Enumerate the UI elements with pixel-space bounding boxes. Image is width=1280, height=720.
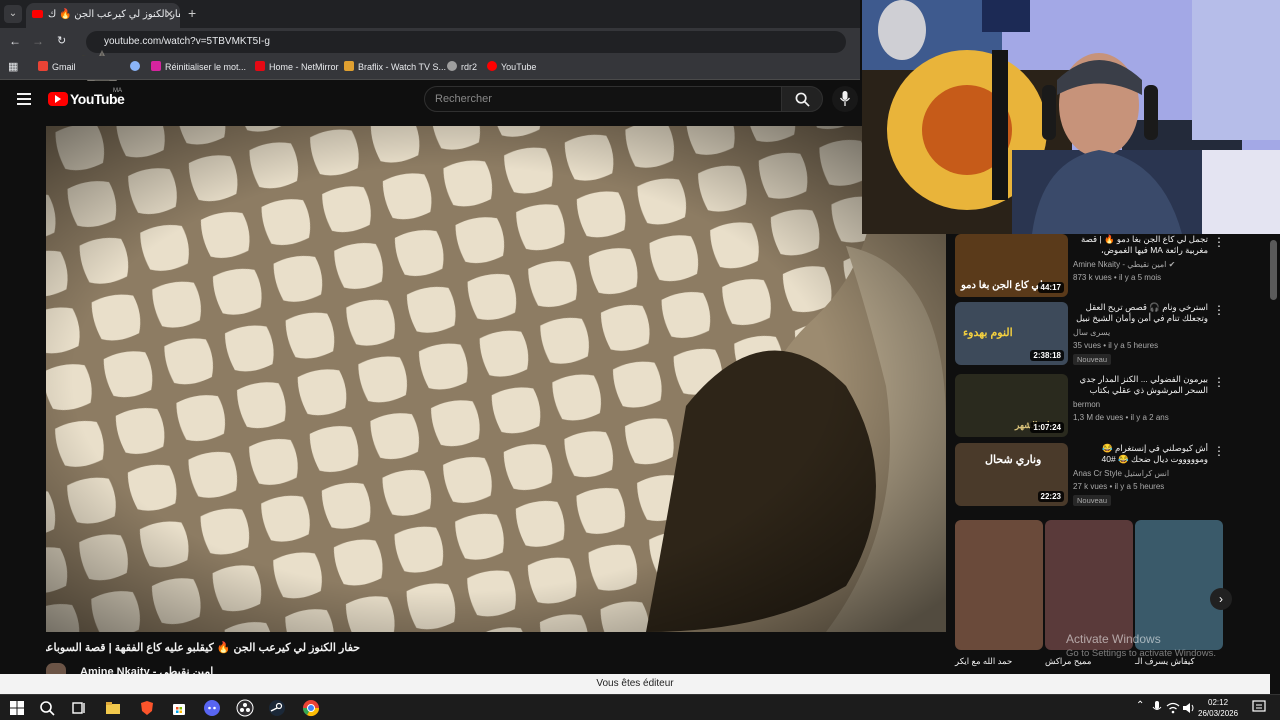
recommended-meta: 27 k vues • il y a 5 heures <box>1073 482 1165 491</box>
rdr2-icon <box>447 61 457 71</box>
volume-icon[interactable] <box>1182 701 1196 715</box>
reload-icon[interactable]: ↻ <box>57 34 66 47</box>
bookmark-instagram[interactable]: Réinitialiser le mot... <box>151 61 246 72</box>
recommended-video[interactable]: لي كاع الجن بغا دمو 44:17 تجمل لي كاع ال… <box>955 234 1225 298</box>
video-player[interactable] <box>46 126 946 632</box>
webcam-feed <box>862 0 1280 234</box>
duration-badge: 1:07:24 <box>1030 422 1064 433</box>
tray-chevron-icon[interactable]: ⌃ <box>1136 700 1144 711</box>
duration-badge: 44:17 <box>1037 282 1064 293</box>
video-frame <box>46 126 946 632</box>
recommended-video[interactable]: ابو الشهر 1:07:24 بيرمون الفضولي ... الك… <box>955 374 1225 438</box>
discord-icon[interactable] <box>203 699 221 717</box>
windows-start-icon[interactable] <box>8 699 26 717</box>
more-options-icon[interactable]: ⋮ <box>1213 304 1225 318</box>
bookmark-braflix[interactable]: Braflix - Watch TV S... <box>344 61 446 72</box>
voice-search-button[interactable] <box>832 86 858 112</box>
gmail-icon <box>38 61 48 71</box>
steam-icon[interactable] <box>268 699 286 717</box>
menu-icon[interactable] <box>17 93 31 105</box>
mic-icon <box>840 91 850 106</box>
store-icon[interactable] <box>170 699 188 717</box>
clock-date: 26/03/2026 <box>1198 709 1239 718</box>
forward-icon[interactable]: → <box>32 34 44 48</box>
region-code: MA <box>113 88 122 94</box>
recommended-meta: 35 vues • il y a 5 heures <box>1073 341 1159 350</box>
notifications-icon[interactable] <box>1252 700 1266 714</box>
chrome-icon[interactable] <box>302 699 320 717</box>
more-options-icon[interactable]: ⋮ <box>1213 445 1225 459</box>
duration-badge: 2:38:18 <box>1030 350 1064 361</box>
tab-close-icon[interactable]: ✕ <box>165 8 174 21</box>
short-title[interactable]: حمد الله مع ايكر <box>955 656 1012 667</box>
browser-tab-strip: ⌄ حفار الكنوز لي كيرعب الجن 🔥 ك... ✕ + <box>0 0 860 28</box>
brave-icon[interactable] <box>138 699 156 717</box>
recommended-video[interactable]: النوم بهدوء 2:38:18 استرخي ونام 🎧 قصص تر… <box>955 302 1225 366</box>
task-view-icon[interactable] <box>70 699 88 717</box>
recommended-video[interactable]: وناري شحال 22:23 أش كيوصلني في إنستغرام … <box>955 443 1225 507</box>
video-thumbnail[interactable]: لي كاع الجن بغا دمو 44:17 <box>955 234 1068 297</box>
webcam-overlay <box>862 0 1280 234</box>
more-options-icon[interactable]: ⋮ <box>1213 236 1225 250</box>
wifi-icon[interactable] <box>1166 701 1180 715</box>
url-field[interactable]: youtube.com/watch?v=5TBVMKT5I-g <box>86 31 846 53</box>
globe-icon <box>130 61 140 71</box>
short-thumbnail[interactable] <box>1135 520 1223 650</box>
recommended-title[interactable]: استرخي ونام 🎧 قصص تريح العقل وتجعلك تنام… <box>1073 302 1208 324</box>
new-tab-button[interactable]: + <box>188 5 196 21</box>
browser-tab[interactable]: حفار الكنوز لي كيرعب الجن 🔥 ك... ✕ <box>26 3 180 28</box>
recommended-channel[interactable]: Anas Cr Style انس كراستيل <box>1073 469 1169 478</box>
youtube-favicon-icon <box>32 10 43 18</box>
tab-list-button[interactable]: ⌄ <box>4 5 22 23</box>
search-icon <box>795 92 810 107</box>
address-bar-row: ← → ↻ youtube.com/watch?v=5TBVMKT5I-g <box>0 28 860 108</box>
bookmarks-bar: ▦ Gmail Réinitialiser le mot... Home - N… <box>0 56 860 80</box>
more-options-icon[interactable]: ⋮ <box>1213 376 1225 390</box>
activate-windows-title: Activate Windows <box>1066 632 1161 646</box>
clock-time: 02:12 <box>1208 698 1229 707</box>
short-thumbnail[interactable] <box>955 520 1043 650</box>
video-thumbnail[interactable]: النوم بهدوء 2:38:18 <box>955 302 1068 365</box>
back-icon[interactable]: ← <box>9 34 21 48</box>
tab-title: حفار الكنوز لي كيرعب الجن 🔥 ك... <box>48 9 180 20</box>
search-button[interactable] <box>781 86 823 112</box>
search-icon[interactable] <box>38 699 56 717</box>
recommended-title[interactable]: أش كيوصلني في إنستغرام 😂 وموووووت ديال ض… <box>1073 443 1208 465</box>
recommended-meta: 1,3 M de vues • il y a 2 ans <box>1073 413 1169 422</box>
bookmark-gmail[interactable]: Gmail <box>38 61 76 72</box>
short-thumbnail[interactable] <box>1045 520 1133 650</box>
recommended-channel[interactable]: bermon <box>1073 400 1100 409</box>
video-thumbnail[interactable]: وناري شحال 22:23 <box>955 443 1068 506</box>
new-badge: Nouveau <box>1073 495 1112 506</box>
bookmark-youtube[interactable]: YouTube <box>487 61 536 72</box>
obs-icon[interactable] <box>236 699 254 717</box>
new-badge: Nouveau <box>1073 354 1112 365</box>
duration-badge: 22:23 <box>1037 491 1064 502</box>
search-input[interactable]: Rechercher <box>424 86 782 112</box>
video-title: حفار الكنوز لي كيرعب الجن 🔥 كيقلبو عليه … <box>46 642 360 654</box>
youtube-header: YouTube MA Rechercher <box>0 81 860 117</box>
recommended-meta: 873 k vues • il y a 5 mois <box>1073 273 1162 282</box>
editor-status-bar: Vous êtes éditeur <box>0 674 1270 694</box>
youtube-icon <box>487 61 497 71</box>
activate-windows-subtitle: Go to Settings to activate Windows. <box>1066 648 1216 659</box>
video-thumbnail[interactable]: ابو الشهر 1:07:24 <box>955 374 1068 437</box>
instagram-icon <box>151 61 161 71</box>
netmirror-icon <box>255 61 265 71</box>
braflix-icon <box>344 61 354 71</box>
windows-taskbar: ⌃ 02:12 26/03/2026 <box>0 694 1280 720</box>
recommended-title[interactable]: بيرمون الفضولي ... الكنز المدار جدي السح… <box>1073 374 1208 396</box>
bookmark-rdr2[interactable]: rdr2 <box>447 61 477 72</box>
recommended-channel[interactable]: يسرى سال <box>1073 328 1110 337</box>
mic-icon[interactable] <box>1152 701 1162 715</box>
sidebar-scrollbar[interactable] <box>1270 240 1277 300</box>
bookmark-globe[interactable] <box>130 61 144 72</box>
bookmark-netmirror[interactable]: Home - NetMirror <box>255 61 339 72</box>
system-clock[interactable]: 02:12 26/03/2026 <box>1198 697 1238 719</box>
shorts-next-button[interactable]: › <box>1210 588 1232 610</box>
recommended-title[interactable]: تجمل لي كاع الجن بغا دمو 🔥 | قصة مغربية … <box>1073 234 1208 256</box>
file-explorer-icon[interactable] <box>104 699 122 717</box>
recommended-channel[interactable]: Amine Nkaity - امين نقيطي ✔ <box>1073 260 1175 269</box>
apps-grid-icon[interactable]: ▦ <box>8 60 18 73</box>
